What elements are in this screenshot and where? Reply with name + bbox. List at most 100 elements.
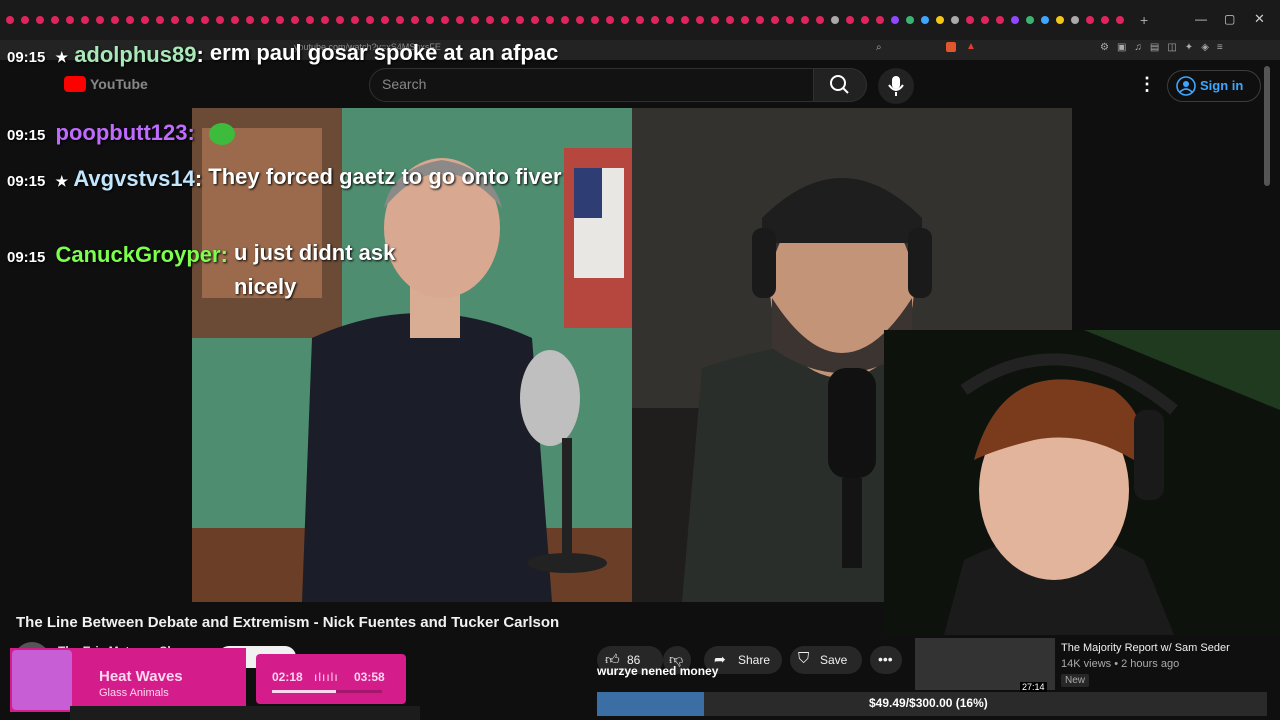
browser-tab-icon[interactable]	[561, 16, 569, 24]
browser-tab-icon[interactable]	[276, 16, 284, 24]
browser-tab-icon[interactable]	[1011, 16, 1019, 24]
chat-username[interactable]: Avgvstvs14	[73, 166, 194, 191]
tab-list[interactable]	[0, 0, 1160, 40]
chat-username[interactable]: poopbutt123	[56, 120, 188, 145]
browser-tab-icon[interactable]	[891, 16, 899, 24]
browser-tab-icon[interactable]	[546, 16, 554, 24]
search-input[interactable]	[369, 68, 815, 102]
browser-tab-icon[interactable]	[336, 16, 344, 24]
browser-tab-icon[interactable]	[591, 16, 599, 24]
browser-tab-icon[interactable]	[156, 16, 164, 24]
browser-tab-icon[interactable]	[861, 16, 869, 24]
brave-shield-icon[interactable]	[946, 42, 956, 52]
browser-tab-icon[interactable]	[726, 16, 734, 24]
browser-tab-icon[interactable]	[681, 16, 689, 24]
browser-tab-icon[interactable]	[1086, 16, 1094, 24]
zoom-icon[interactable]: ⌕	[876, 42, 882, 53]
browser-tab-icon[interactable]	[1071, 16, 1079, 24]
browser-tab-icon[interactable]	[186, 16, 194, 24]
browser-tab-icon[interactable]	[1056, 16, 1064, 24]
search-button[interactable]	[813, 68, 867, 102]
browser-tab-icon[interactable]	[216, 16, 224, 24]
browser-tab-icon[interactable]	[111, 16, 119, 24]
extensions-icons[interactable]: ⚙▣♫▤◫✦◈≡	[1100, 42, 1231, 53]
browser-tab-icon[interactable]	[831, 16, 839, 24]
browser-tab-icon[interactable]	[261, 16, 269, 24]
browser-tab-icon[interactable]	[741, 16, 749, 24]
browser-tab-icon[interactable]	[246, 16, 254, 24]
new-tab-icon[interactable]: +	[1140, 12, 1148, 28]
browser-tab-icon[interactable]	[501, 16, 509, 24]
browser-tab-icon[interactable]	[576, 16, 584, 24]
browser-tab-icon[interactable]	[1026, 16, 1034, 24]
browser-tab-icon[interactable]	[771, 16, 779, 24]
browser-tab-icon[interactable]	[921, 16, 929, 24]
browser-tab-icon[interactable]	[1101, 16, 1109, 24]
browser-tab-icon[interactable]	[936, 16, 944, 24]
browser-tab-icon[interactable]	[876, 16, 884, 24]
chat-username[interactable]: CanuckGroyper	[56, 242, 221, 267]
browser-tab-icon[interactable]	[801, 16, 809, 24]
browser-tab-icon[interactable]	[306, 16, 314, 24]
browser-tab-icon[interactable]	[756, 16, 764, 24]
browser-tab-icon[interactable]	[531, 16, 539, 24]
browser-tab-icon[interactable]	[201, 16, 209, 24]
browser-tab-icon[interactable]	[696, 16, 704, 24]
page-scrollbar[interactable]	[1264, 66, 1270, 186]
browser-tab-icon[interactable]	[21, 16, 29, 24]
browser-tab-icon[interactable]	[846, 16, 854, 24]
browser-tab-icon[interactable]	[951, 16, 959, 24]
browser-tab-icon[interactable]	[81, 16, 89, 24]
browser-tab-icon[interactable]	[816, 16, 824, 24]
browser-tab-icon[interactable]	[66, 16, 74, 24]
close-window-icon[interactable]: ✕	[1254, 11, 1265, 27]
browser-tab-icon[interactable]	[396, 16, 404, 24]
browser-tab-icon[interactable]	[321, 16, 329, 24]
youtube-logo-text[interactable]: YouTube	[90, 76, 148, 92]
browser-tab-icon[interactable]	[981, 16, 989, 24]
browser-tab-icon[interactable]	[441, 16, 449, 24]
browser-tab-icon[interactable]	[411, 16, 419, 24]
browser-tab-icon[interactable]	[291, 16, 299, 24]
browser-tab-icon[interactable]	[381, 16, 389, 24]
brave-rewards-icon[interactable]: ▲	[966, 41, 976, 52]
save-button[interactable]: ⛉ Save	[790, 646, 862, 674]
browser-tab-icon[interactable]	[996, 16, 1004, 24]
browser-tab-icon[interactable]	[456, 16, 464, 24]
more-actions-button[interactable]: •••	[870, 646, 902, 674]
browser-tab-icon[interactable]	[171, 16, 179, 24]
maximize-icon[interactable]: ▢	[1224, 12, 1235, 26]
browser-tab-icon[interactable]	[126, 16, 134, 24]
browser-tab-icon[interactable]	[426, 16, 434, 24]
browser-tab-icon[interactable]	[621, 16, 629, 24]
browser-tab-icon[interactable]	[516, 16, 524, 24]
browser-tab-icon[interactable]	[1116, 16, 1124, 24]
recommended-channel[interactable]: The Majority Report w/ Sam Seder	[1061, 642, 1230, 654]
chat-colon: :	[220, 242, 228, 267]
browser-tab-icon[interactable]	[966, 16, 974, 24]
browser-tab-icon[interactable]	[651, 16, 659, 24]
browser-tab-icon[interactable]	[471, 16, 479, 24]
youtube-logo-icon[interactable]	[64, 76, 86, 92]
browser-tab-icon[interactable]	[906, 16, 914, 24]
sign-in-button[interactable]: Sign in	[1167, 70, 1261, 102]
browser-tab-icon[interactable]	[486, 16, 494, 24]
browser-tab-icon[interactable]	[141, 16, 149, 24]
browser-tab-icon[interactable]	[786, 16, 794, 24]
browser-tab-icon[interactable]	[636, 16, 644, 24]
browser-tab-icon[interactable]	[606, 16, 614, 24]
more-options-icon[interactable]: ⋮	[1138, 74, 1156, 95]
browser-tab-icon[interactable]	[351, 16, 359, 24]
browser-tab-icon[interactable]	[96, 16, 104, 24]
browser-tab-icon[interactable]	[6, 16, 14, 24]
browser-tab-icon[interactable]	[366, 16, 374, 24]
chat-username[interactable]: adolphus89	[74, 42, 196, 67]
browser-tab-icon[interactable]	[1041, 16, 1049, 24]
browser-tab-icon[interactable]	[51, 16, 59, 24]
browser-tab-icon[interactable]	[711, 16, 719, 24]
browser-tab-icon[interactable]	[36, 16, 44, 24]
browser-tab-icon[interactable]	[231, 16, 239, 24]
voice-search-button[interactable]	[878, 68, 914, 104]
browser-tab-icon[interactable]	[666, 16, 674, 24]
minimize-icon[interactable]: —	[1195, 12, 1207, 26]
